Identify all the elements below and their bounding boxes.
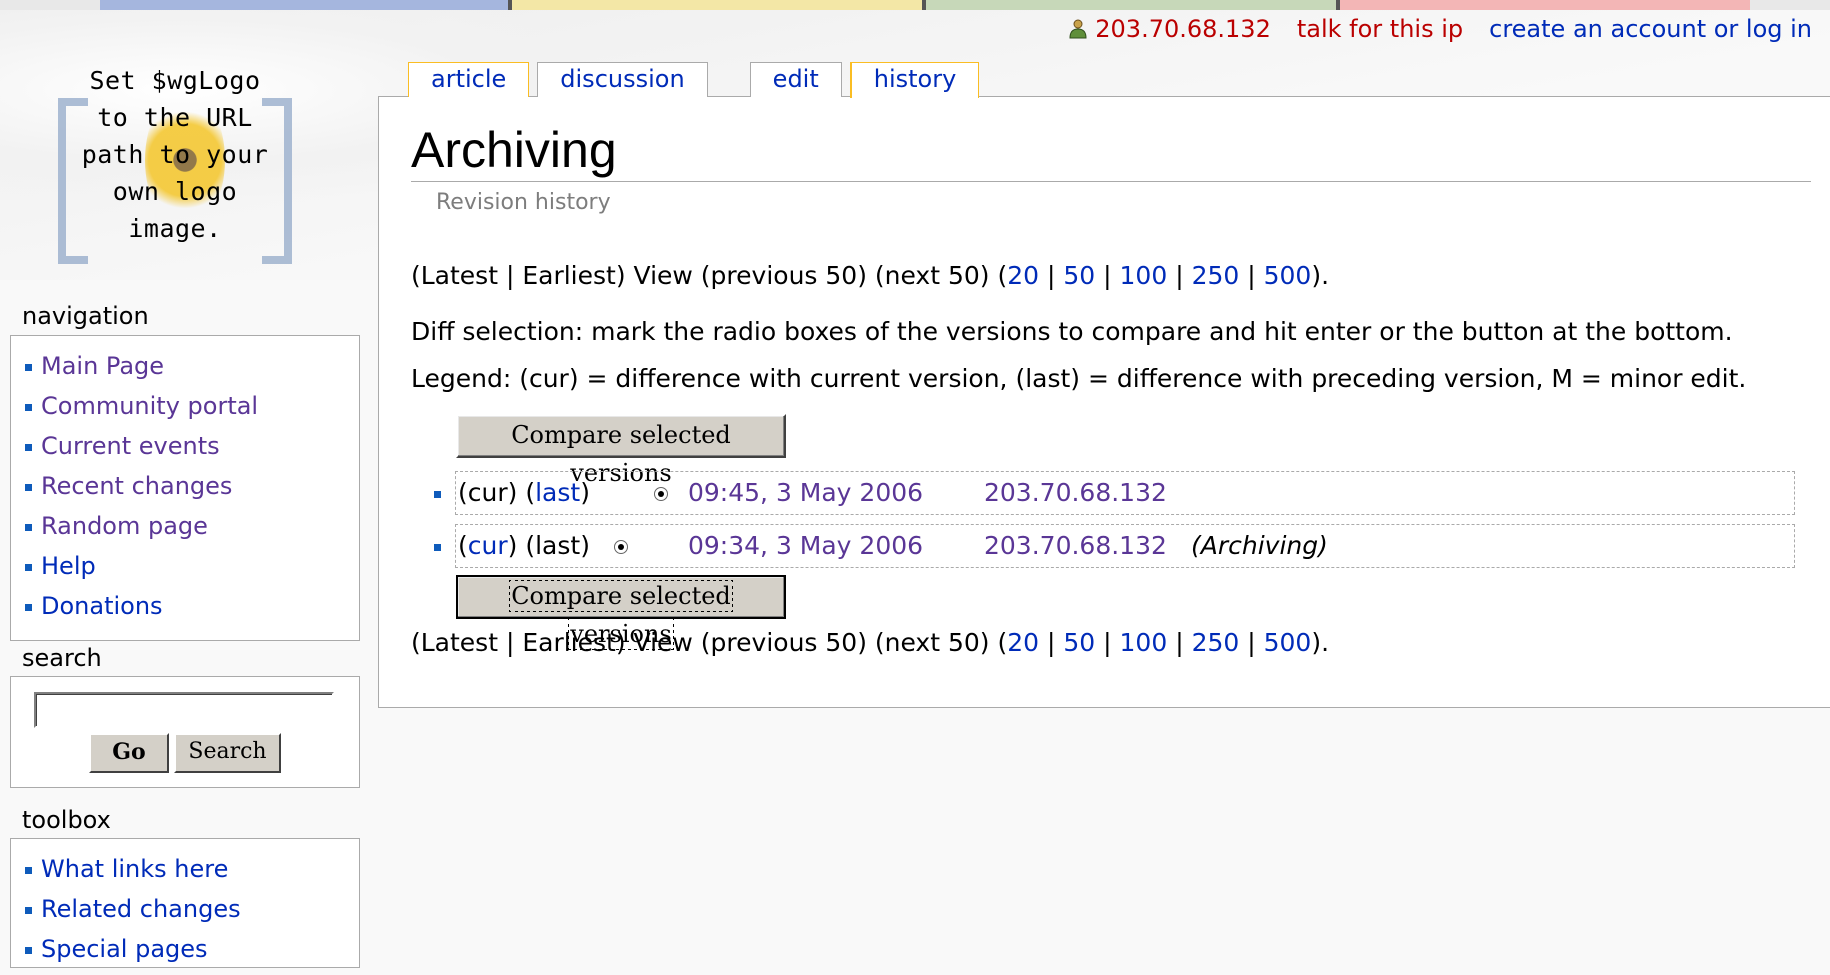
last-label: (last) — [525, 531, 590, 560]
nav-community-portal[interactable]: Community portal — [25, 386, 359, 426]
revision-row: (cur) (last) 09:34, 3 May 2006 203.70.68… — [434, 524, 1795, 568]
tool-what-links-here[interactable]: What links here — [25, 849, 359, 889]
diff-help: Diff selection: mark the radio boxes of … — [411, 317, 1733, 346]
limit-500[interactable]: 500 — [1264, 261, 1312, 290]
search-input[interactable] — [34, 692, 334, 728]
user-icon — [1069, 19, 1087, 39]
search-button[interactable]: Search — [174, 733, 281, 773]
limit-50[interactable]: 50 — [1063, 628, 1095, 657]
revision-user-link[interactable]: 203.70.68.132 — [984, 531, 1167, 560]
site-logo[interactable]: Set $wgLogo to the URL path to your own … — [50, 60, 300, 264]
compare-button-top[interactable]: Compare selected versions — [456, 414, 786, 487]
top-color-strip — [0, 0, 1830, 10]
revision-row: (cur) (last) 09:45, 3 May 2006 203.70.68… — [434, 471, 1795, 515]
go-button[interactable]: Go — [89, 733, 169, 773]
cur-label: (cur) — [458, 478, 518, 507]
tab-history[interactable]: history — [849, 62, 980, 98]
limit-50[interactable]: 50 — [1063, 261, 1095, 290]
nav-help[interactable]: Help — [25, 546, 359, 586]
nav-main-page[interactable]: Main Page — [25, 346, 359, 386]
tab-edit[interactable]: edit — [749, 62, 842, 97]
tool-related-changes[interactable]: Related changes — [25, 889, 359, 929]
page-tabs: article discussion edit history — [408, 62, 987, 98]
toolbox-portlet: What links here Related changes Special … — [10, 838, 360, 968]
login-link[interactable]: create an account or log in — [1489, 15, 1812, 43]
edit-summary: (Archiving) — [1191, 531, 1328, 560]
radio-diff[interactable] — [654, 487, 668, 501]
page-subtitle: Revision history — [436, 190, 611, 215]
nav-current-events[interactable]: Current events — [25, 426, 359, 466]
user-page-link[interactable]: 203.70.68.132 — [1069, 15, 1271, 43]
nav-random-page[interactable]: Random page — [25, 506, 359, 546]
limit-20[interactable]: 20 — [1007, 628, 1039, 657]
navigation-portlet: Main Page Community portal Current event… — [10, 335, 360, 641]
search-title: search — [22, 644, 102, 672]
limit-250[interactable]: 250 — [1192, 628, 1240, 657]
limit-100[interactable]: 100 — [1120, 261, 1168, 290]
personal-bar: 203.70.68.132 talk for this ip create an… — [1069, 15, 1812, 43]
compare-button-bottom[interactable]: Compare selected versions — [456, 575, 786, 650]
limit-500[interactable]: 500 — [1264, 628, 1312, 657]
revision-date-link[interactable]: 09:34, 3 May 2006 — [688, 531, 923, 560]
last-diff-link[interactable]: last — [535, 478, 580, 507]
radio-oldid[interactable] — [614, 540, 628, 554]
revision-date-link[interactable]: 09:45, 3 May 2006 — [688, 478, 923, 507]
tab-discussion[interactable]: discussion — [537, 62, 708, 97]
legend: Legend: (cur) = difference with current … — [411, 364, 1747, 393]
title-divider — [411, 181, 1811, 182]
page-title: Archiving — [411, 122, 617, 178]
limit-20[interactable]: 20 — [1007, 261, 1039, 290]
limit-250[interactable]: 250 — [1192, 261, 1240, 290]
talk-link[interactable]: talk for this ip — [1297, 15, 1463, 43]
paging-line-top: (Latest | Earliest) View (previous 50) (… — [411, 261, 1330, 290]
tab-article[interactable]: article — [408, 62, 530, 97]
cur-diff-link[interactable]: cur — [468, 531, 508, 560]
paging-line-bottom: (Latest | Earliest) View (previous 50) (… — [411, 628, 1330, 657]
navigation-title: navigation — [22, 302, 149, 330]
revision-user-link[interactable]: 203.70.68.132 — [984, 478, 1167, 507]
nav-donations[interactable]: Donations — [25, 586, 359, 626]
toolbox-title: toolbox — [22, 806, 111, 834]
logo-text: Set $wgLogo to the URL path to your own … — [81, 66, 269, 243]
tool-special-pages[interactable]: Special pages — [25, 929, 359, 969]
user-ip: 203.70.68.132 — [1095, 15, 1271, 43]
nav-recent-changes[interactable]: Recent changes — [25, 466, 359, 506]
limit-100[interactable]: 100 — [1120, 628, 1168, 657]
